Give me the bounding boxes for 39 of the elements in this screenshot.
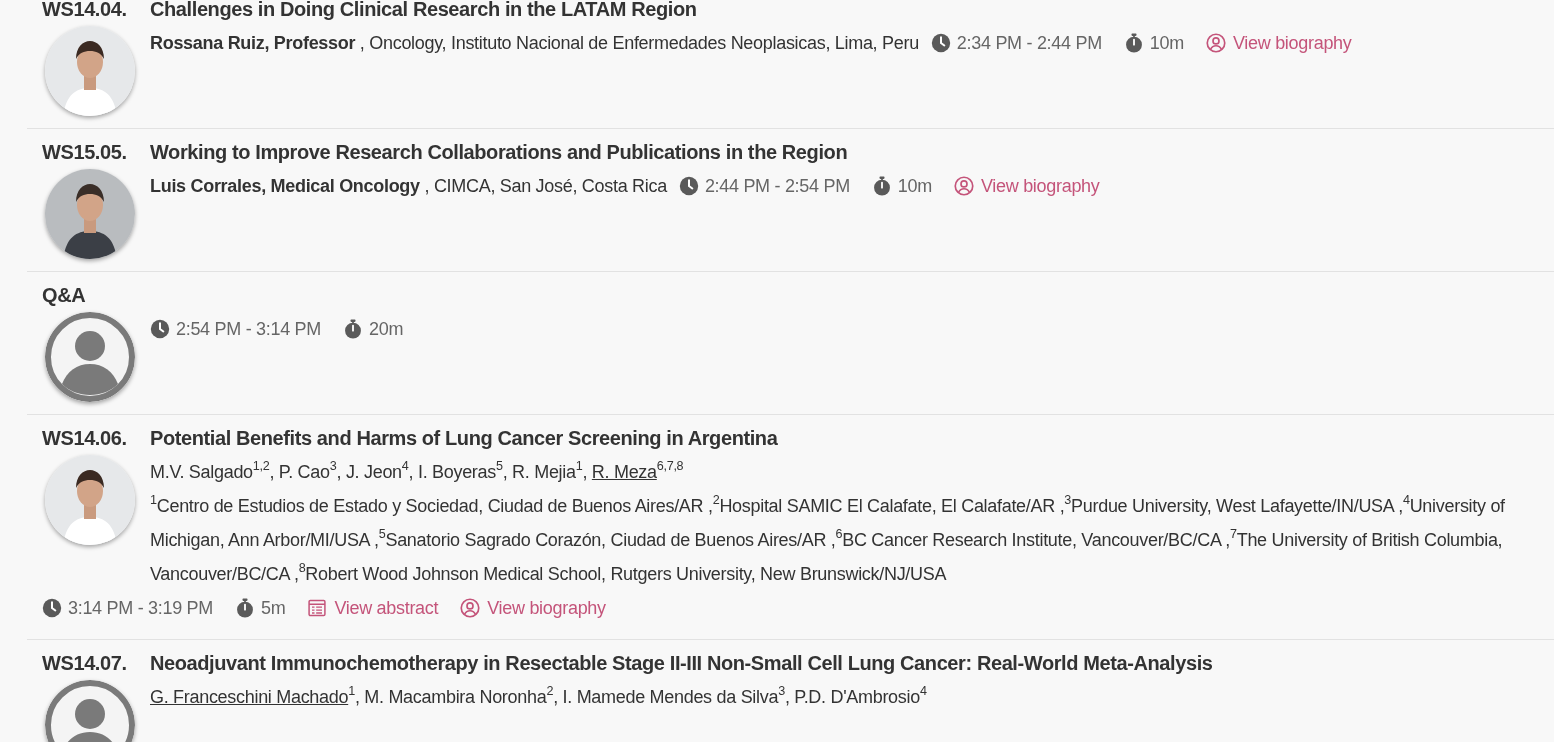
clock-icon <box>678 176 699 196</box>
duration: 5m <box>260 597 286 620</box>
clock-icon <box>42 598 62 618</box>
time-range: 2:44 PM - 2:54 PM <box>704 175 850 198</box>
session-title: Neoadjuvant Immunochemotherapy in Resectable Stage II-III Non-Small Cell Lung Cancer: Real-World Meta-Analysis <box>150 651 1213 676</box>
session-code: Q&A <box>42 283 87 308</box>
person-circle-icon <box>1205 33 1226 53</box>
session-code: WS14.06. <box>42 426 128 451</box>
view-biography-link[interactable]: View biography <box>460 591 606 625</box>
person-circle-icon <box>460 598 481 618</box>
stopwatch-icon <box>1123 33 1144 53</box>
affiliation-text: $^{1}$Centro de Estudios de Estado y Sociedad, Ciudad de Buenos Aires/AR ,$^{2}$Hospital SAMIC El Calafate, El Calafate/AR ,$^{3}$Purdue University, West Lafayette/IN/USA ,$^{4}$University of Michigan, Ann Arbor/MI/USA ,$^{5}$Sanatorio Sagrado Corazón, Ciudad de Buenos Aires/AR ,$^{6}$BC Cancer Research Institute, Vancouver/BC/CA ,$^{7}$The University of British Columbia, Vancouver/BC/CA ,$^{8}$Robert Wood Johnson Medical School, Rutgers University, New Brunswick/NJ/USA <box>150 492 1506 586</box>
avatar-placeholder-icon <box>45 312 135 402</box>
session-title: Working to Improve Research Collaborations and Publications in the Region <box>150 140 848 165</box>
document-list-icon <box>307 598 328 618</box>
time-range: 3:14 PM - 3:19 PM <box>68 597 213 620</box>
stopwatch-icon <box>342 319 363 339</box>
session-title: Challenges in Doing Clinical Research in the LATAM Region <box>150 0 697 22</box>
author-list: M.V. Salgado$^{1,2}$, P. Cao$^{3}$, J. Jeon$^{4}$, I. Boyeras$^{5}$, R. Mejia$^{1}$, R. Meza$^{6,7,8}$ <box>150 455 1554 489</box>
duration: 10m <box>1149 32 1184 55</box>
view-abstract-link[interactable]: View abstract <box>307 591 439 625</box>
clock-icon <box>150 319 170 339</box>
view-biography-link[interactable]: View biography <box>953 169 1100 203</box>
view-biography-link[interactable]: View biography <box>1205 26 1352 60</box>
time-range: 2:54 PM - 3:14 PM <box>176 318 321 341</box>
stopwatch-icon <box>871 176 892 196</box>
clock-icon <box>930 33 951 53</box>
session-code: WS14.07. <box>42 651 128 676</box>
session-code: WS15.05. <box>42 140 128 165</box>
stopwatch-icon <box>234 598 255 618</box>
person-circle-icon <box>953 176 974 196</box>
speaker-info: Luis Corrales, Medical Oncology , CIMCA, San José, Costa Rica <box>150 175 667 198</box>
session-title: Potential Benefits and Harms of Lung Cancer Screening in Argentina <box>150 426 778 451</box>
session-code: WS14.04. <box>42 0 128 22</box>
author-list: G. Franceschini Machado$^{1}$, M. Macambira Noronha$^{2}$, I. Mamede Mendes da Silva$^{3}$, P.D. D'Ambrosio$^{4}$ <box>150 680 1554 714</box>
duration: 20m <box>368 318 404 341</box>
speaker-info: Rossana Ruiz, Professor , Oncology, Instituto Nacional de Enfermedades Neoplasicas, Lima, Peru <box>150 32 919 55</box>
duration: 10m <box>897 175 932 198</box>
time-range: 2:34 PM - 2:44 PM <box>956 32 1102 55</box>
